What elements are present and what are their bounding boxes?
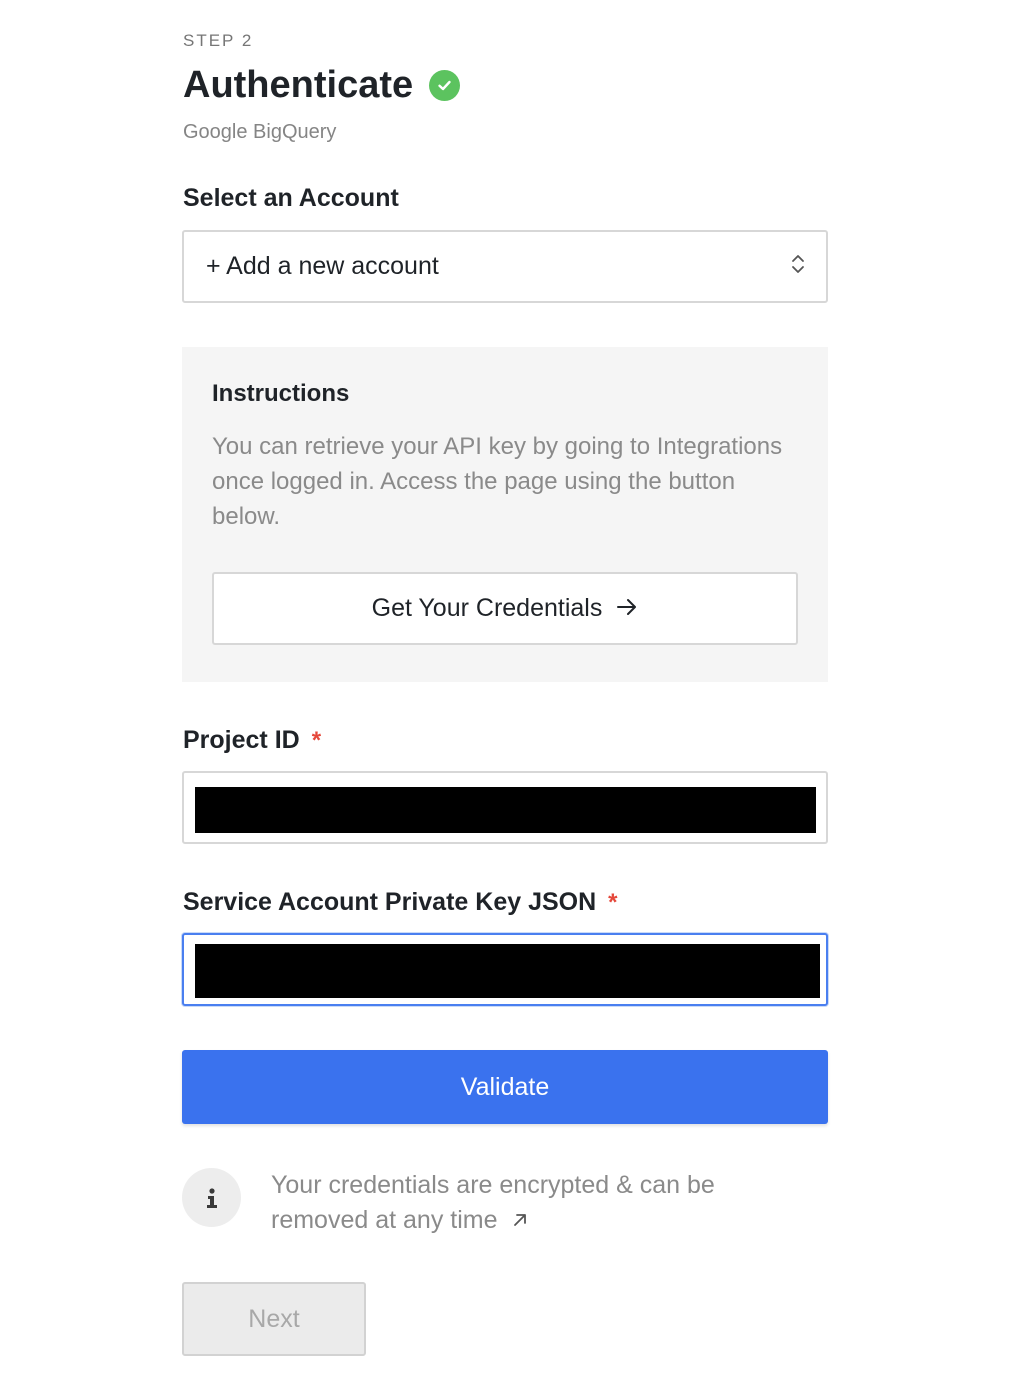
validate-label: Validate bbox=[460, 1072, 550, 1101]
service-key-label: Service Account Private Key JSON * bbox=[183, 888, 618, 917]
project-id-input[interactable] bbox=[182, 771, 828, 844]
external-link-icon bbox=[512, 1203, 528, 1238]
account-select-value: + Add a new account bbox=[206, 252, 439, 280]
redacted-value bbox=[195, 787, 816, 833]
arrow-right-icon bbox=[616, 594, 638, 623]
chevron-up-down-icon bbox=[790, 252, 806, 281]
integration-name: Google BigQuery bbox=[183, 121, 337, 143]
instructions-title: Instructions bbox=[212, 380, 350, 407]
service-key-label-text: Service Account Private Key JSON bbox=[183, 888, 597, 916]
info-icon bbox=[182, 1168, 241, 1227]
step-label: STEP 2 bbox=[183, 31, 254, 50]
service-key-input[interactable] bbox=[182, 933, 828, 1006]
validate-button[interactable]: Validate bbox=[182, 1050, 828, 1124]
next-label: Next bbox=[248, 1304, 300, 1333]
account-label: Select an Account bbox=[183, 184, 399, 213]
encryption-note-text: Your credentials are encrypted & can be … bbox=[271, 1171, 715, 1234]
project-id-label: Project ID * bbox=[183, 726, 321, 755]
check-circle-icon bbox=[429, 70, 461, 101]
project-id-label-text: Project ID bbox=[183, 726, 300, 754]
instructions-panel: Instructions You can retrieve your API k… bbox=[182, 347, 828, 682]
next-button[interactable]: Next bbox=[182, 1282, 366, 1356]
required-marker: * bbox=[311, 726, 322, 754]
required-marker: * bbox=[608, 888, 618, 916]
encryption-note[interactable]: Your credentials are encrypted & can be … bbox=[271, 1168, 791, 1238]
account-select[interactable]: + Add a new account bbox=[182, 230, 828, 303]
instructions-text: You can retrieve your API key by going t… bbox=[212, 433, 783, 530]
page-title: Authenticate bbox=[183, 64, 414, 106]
get-credentials-label: Get Your Credentials bbox=[371, 594, 603, 622]
redacted-value bbox=[195, 944, 820, 998]
title-row: Authenticate bbox=[183, 64, 461, 107]
authenticate-page: STEP 2 Authenticate Google BigQuery Sele… bbox=[0, 0, 1028, 1395]
get-credentials-button[interactable]: Get Your Credentials bbox=[212, 572, 798, 645]
account-label-text: Select an Account bbox=[183, 184, 399, 212]
